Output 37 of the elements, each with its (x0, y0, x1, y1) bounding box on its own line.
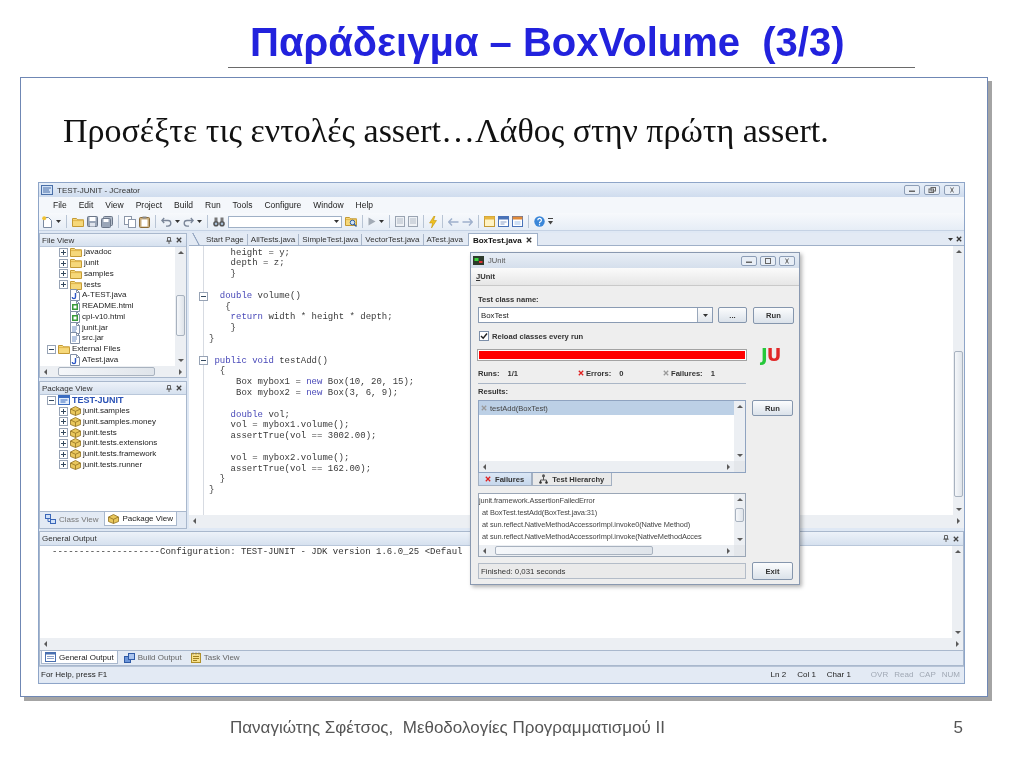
status-indicator: NUM (941, 670, 960, 679)
status-text: Ln 2 (770, 670, 787, 679)
panel-title: File View (42, 234, 75, 246)
code-line: vol = mybox1.volume(); (229, 420, 350, 431)
code-line: return width * height * depth; (229, 312, 393, 323)
code-line: } (208, 485, 215, 496)
status-indicator: CAP (919, 670, 936, 679)
window-title: TEST-JUNIT - JCreator (57, 185, 140, 195)
code-line: } (229, 323, 236, 334)
code-line: height = y; (229, 247, 290, 258)
code-line: double vol; (229, 409, 291, 420)
code-line: { (218, 366, 226, 378)
status-text: For Help, press F1 (41, 670, 108, 679)
slide-title: Παράδειγμα – BoxVolume (3/3) (250, 20, 845, 64)
footer-text: Παναγιώτης Σφέτσος, Μεθοδολογίες Προγραμματισμού II (230, 718, 665, 738)
code-line: assertTrue(vol == 162.00); (229, 463, 372, 475)
code-line: Box mybox2 = new Box(3, 6, 9); (235, 387, 399, 399)
code-line: depth = z; (229, 258, 285, 269)
code-line: public void testAdd() (213, 355, 328, 366)
code-line: Box mybox1 = new Box(10, 20, 15); (235, 377, 415, 388)
junit-logo: JU (761, 345, 781, 365)
status-indicator: OVR (870, 670, 889, 679)
code-line: { (224, 301, 231, 313)
status-indicator: Read (894, 670, 914, 679)
panel-title: General Output (42, 534, 97, 543)
code-line: assertTrue(vol == 3002.00); (229, 431, 377, 442)
code-line: } (208, 333, 215, 345)
panel-title: Package View (42, 382, 93, 394)
code-line: double volume() (218, 290, 301, 302)
status-text: Char 1 (826, 670, 851, 679)
code-line: } (229, 269, 236, 280)
code-line: } (218, 474, 226, 486)
status-text: Col 1 (797, 670, 816, 679)
output-text: --------------------Configuration: TEST-JUNIT - JDK version 1.6.0_25 <Defaul (52, 547, 463, 558)
code-line: vol = mybox2.volume(); (229, 452, 350, 464)
page-number: 5 (953, 718, 963, 738)
instruction-text: Προσέξτε τις εντολές assert…Λάθος στην πρώτη assert. (63, 112, 829, 149)
